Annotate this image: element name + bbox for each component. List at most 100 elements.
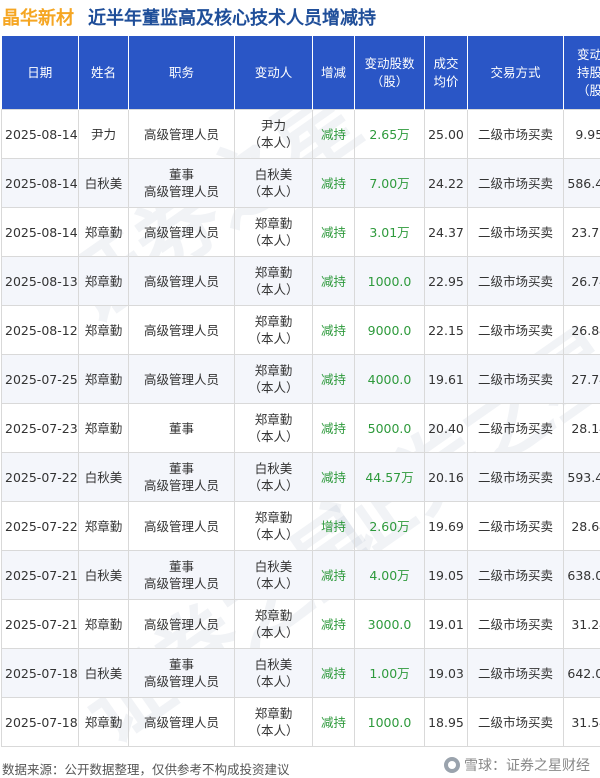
changer-cell-line: 郑章勤 <box>238 362 309 379</box>
position-cell-line: 高级管理人员 <box>132 322 231 339</box>
holding-cell: 638.02万 <box>564 551 600 600</box>
name-cell: 郑章勤 <box>79 355 129 404</box>
holding-cell: 586.45万 <box>564 159 600 208</box>
date-cell: 2025-07-21 <box>2 600 79 649</box>
price-cell: 25.00 <box>425 110 468 159</box>
action-cell: 减持 <box>313 257 355 306</box>
volume-cell: 44.57万 <box>355 453 425 502</box>
holding-cell: 26.74万 <box>564 257 600 306</box>
price-cell: 24.22 <box>425 159 468 208</box>
holding-cell: 593.45万 <box>564 453 600 502</box>
table-row: 2025-07-22郑章勤高级管理人员郑章勤（本人）增持2.60万19.69二级… <box>2 502 600 551</box>
column-header-line: 变动人 <box>237 64 310 82</box>
table-row: 2025-07-18白秋美董事高级管理人员白秋美（本人）减持1.00万19.03… <box>2 649 600 698</box>
column-header: 变动股数（股） <box>355 36 425 110</box>
snowball-logo-icon <box>444 757 460 773</box>
method-cell: 二级市场买卖 <box>468 453 564 502</box>
position-cell-line: 董事 <box>132 460 231 477</box>
date-cell: 2025-07-22 <box>2 502 79 551</box>
action-cell: 减持 <box>313 306 355 355</box>
page-title: 近半年董监高及核心技术人员增减持 <box>88 4 376 30</box>
method-cell: 二级市场买卖 <box>468 355 564 404</box>
changer-cell: 郑章勤（本人） <box>235 502 313 551</box>
position-cell: 高级管理人员 <box>129 355 235 404</box>
volume-cell: 1.00万 <box>355 649 425 698</box>
action-cell: 增持 <box>313 502 355 551</box>
name-cell: 郑章勤 <box>79 208 129 257</box>
volume-cell: 1000.0 <box>355 698 425 747</box>
holding-cell: 26.84万 <box>564 306 600 355</box>
holding-cell: 23.73万 <box>564 208 600 257</box>
action-cell: 减持 <box>313 355 355 404</box>
changer-cell: 郑章勤（本人） <box>235 355 313 404</box>
name-cell: 尹力 <box>79 110 129 159</box>
action-cell: 减持 <box>313 649 355 698</box>
holding-cell: 31.54万 <box>564 698 600 747</box>
holding-cell: 28.14万 <box>564 404 600 453</box>
column-header-line: 持股数 <box>566 64 600 82</box>
changer-cell-line: 郑章勤 <box>238 264 309 281</box>
holding-cell: 9.95万 <box>564 110 600 159</box>
changer-cell: 郑章勤（本人） <box>235 600 313 649</box>
date-cell: 2025-08-14 <box>2 208 79 257</box>
position-cell: 高级管理人员 <box>129 306 235 355</box>
price-cell: 19.61 <box>425 355 468 404</box>
position-cell-line: 董事 <box>132 420 231 437</box>
column-header: 职务 <box>129 36 235 110</box>
date-cell: 2025-08-14 <box>2 110 79 159</box>
position-cell: 董事高级管理人员 <box>129 551 235 600</box>
position-cell-line: 高级管理人员 <box>132 714 231 731</box>
price-cell: 20.16 <box>425 453 468 502</box>
holding-cell: 642.02万 <box>564 649 600 698</box>
changer-cell-line: （本人） <box>238 575 309 592</box>
method-cell: 二级市场买卖 <box>468 159 564 208</box>
volume-cell: 5000.0 <box>355 404 425 453</box>
action-cell: 减持 <box>313 159 355 208</box>
method-cell: 二级市场买卖 <box>468 208 564 257</box>
changer-cell: 郑章勤（本人） <box>235 257 313 306</box>
method-cell: 二级市场买卖 <box>468 649 564 698</box>
changer-cell-line: （本人） <box>238 526 309 543</box>
name-cell: 郑章勤 <box>79 698 129 747</box>
price-cell: 24.37 <box>425 208 468 257</box>
position-cell-line: 高级管理人员 <box>132 477 231 494</box>
holding-cell: 31.24万 <box>564 600 600 649</box>
changer-cell-line: （本人） <box>238 624 309 641</box>
position-cell: 高级管理人员 <box>129 600 235 649</box>
position-cell-line: 董事 <box>132 656 231 673</box>
price-cell: 22.15 <box>425 306 468 355</box>
title-bar: 晶华新材 近半年董监高及核心技术人员增减持 <box>0 0 600 34</box>
column-header: 变动后持股数（股） <box>564 36 600 110</box>
changer-cell: 郑章勤（本人） <box>235 404 313 453</box>
position-cell-line: 高级管理人员 <box>132 673 231 690</box>
name-cell: 郑章勤 <box>79 306 129 355</box>
position-cell: 高级管理人员 <box>129 502 235 551</box>
date-cell: 2025-07-25 <box>2 355 79 404</box>
column-header-line: 成交 <box>427 55 465 73</box>
date-cell: 2025-07-22 <box>2 453 79 502</box>
position-cell-line: 高级管理人员 <box>132 224 231 241</box>
column-header-line: 增减 <box>315 64 352 82</box>
name-cell: 郑章勤 <box>79 600 129 649</box>
changer-cell: 尹力（本人） <box>235 110 313 159</box>
changer-cell-line: 郑章勤 <box>238 411 309 428</box>
changer-cell-line: （本人） <box>238 330 309 347</box>
date-cell: 2025-08-14 <box>2 159 79 208</box>
volume-cell: 4.00万 <box>355 551 425 600</box>
column-header: 日期 <box>2 36 79 110</box>
changer-cell: 郑章勤（本人） <box>235 306 313 355</box>
data-source-note: 数据来源：公开数据整理，仅供参考不构成投资建议 <box>2 759 290 778</box>
column-header-line: （股） <box>357 73 422 91</box>
price-cell: 19.69 <box>425 502 468 551</box>
price-cell: 19.05 <box>425 551 468 600</box>
table-row: 2025-07-21郑章勤高级管理人员郑章勤（本人）减持3000.019.01二… <box>2 600 600 649</box>
volume-cell: 9000.0 <box>355 306 425 355</box>
table-row: 2025-08-14郑章勤高级管理人员郑章勤（本人）减持3.01万24.37二级… <box>2 208 600 257</box>
position-cell: 高级管理人员 <box>129 208 235 257</box>
method-cell: 二级市场买卖 <box>468 404 564 453</box>
position-cell-line: 高级管理人员 <box>132 183 231 200</box>
column-header: 成交均价 <box>425 36 468 110</box>
action-cell: 减持 <box>313 698 355 747</box>
changer-cell-line: 郑章勤 <box>238 705 309 722</box>
company-title: 晶华新材 <box>0 4 74 30</box>
